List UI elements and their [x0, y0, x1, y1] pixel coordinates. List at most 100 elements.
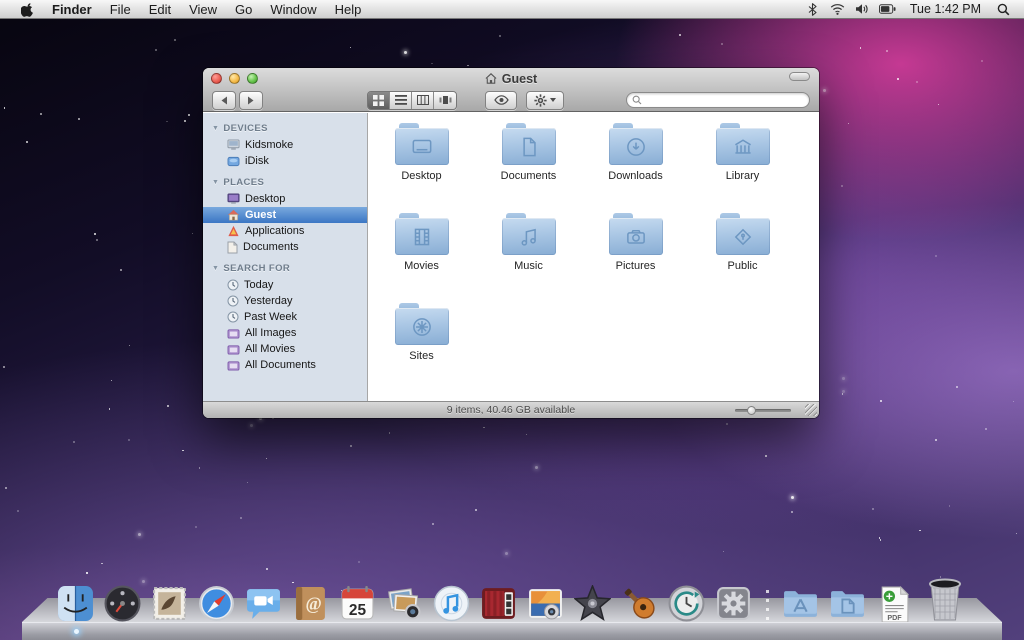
menu-view[interactable]: View	[180, 0, 226, 19]
dock-photo-booth-icon[interactable]	[480, 585, 517, 622]
dock-mail-icon[interactable]	[151, 585, 188, 622]
disclosure-triangle-icon: ▼	[212, 125, 219, 132]
resize-grip[interactable]	[805, 404, 817, 416]
dock-documents-folder-icon[interactable]	[829, 585, 866, 622]
toolbar-toggle-pill[interactable]	[789, 72, 810, 81]
sidebar-item-past-week[interactable]: Past Week	[203, 309, 367, 325]
view-column-button[interactable]	[412, 92, 434, 109]
home-icon	[485, 73, 497, 84]
folder-movies[interactable]: Movies	[372, 213, 472, 303]
dock-dashboard-icon[interactable]	[104, 585, 141, 622]
finder-sidebar: ▼DEVICES Kidsmoke iDisk ▼PLACES Desktop …	[203, 113, 368, 401]
battery-icon[interactable]	[879, 0, 896, 19]
volume-icon[interactable]	[854, 0, 871, 19]
back-button[interactable]	[212, 91, 236, 110]
folder-public[interactable]: Public	[693, 213, 793, 303]
dock-time-machine-icon[interactable]	[668, 585, 705, 622]
sidebar-item-all-movies[interactable]: All Movies	[203, 341, 367, 357]
menu-bar: Finder File Edit View Go Window Help Tue…	[0, 0, 1024, 19]
sidebar-item-all-documents[interactable]: All Documents	[203, 357, 367, 373]
dock-imovie-icon[interactable]	[574, 585, 611, 622]
forward-button[interactable]	[239, 91, 263, 110]
search-input[interactable]	[626, 92, 810, 108]
finder-window: Guest	[203, 68, 819, 418]
dock-ical-icon[interactable]: 25	[339, 585, 376, 622]
folder-documents[interactable]: Documents	[479, 123, 579, 213]
dock-preview-icon[interactable]	[386, 585, 423, 622]
app-menu-finder[interactable]: Finder	[43, 0, 101, 19]
sidebar-item-today[interactable]: Today	[203, 277, 367, 293]
dock-ichat-icon[interactable]	[245, 585, 282, 622]
dock-iphoto-icon[interactable]	[527, 585, 564, 622]
view-list-button[interactable]	[390, 92, 412, 109]
chevron-down-icon	[550, 98, 556, 102]
desktop-icon	[227, 193, 240, 205]
dock-itunes-icon[interactable]	[433, 585, 470, 622]
dock-divider	[762, 588, 772, 622]
view-icon-button[interactable]	[368, 92, 390, 109]
spotlight-icon[interactable]	[995, 0, 1012, 19]
dock-trash-icon[interactable]	[923, 576, 967, 622]
clock-icon	[227, 311, 239, 323]
dock-garageband-icon[interactable]	[621, 585, 658, 622]
smart-folder-icon	[227, 328, 240, 339]
status-bar: 9 items, 40.46 GB available	[203, 401, 819, 418]
idisk-icon	[227, 156, 240, 167]
menu-window[interactable]: Window	[261, 0, 325, 19]
sidebar-item-all-images[interactable]: All Images	[203, 325, 367, 341]
home-icon	[227, 209, 240, 221]
quick-look-button[interactable]	[485, 91, 517, 110]
clock-icon	[227, 279, 239, 291]
computer-icon	[227, 139, 240, 151]
apple-menu[interactable]	[12, 0, 43, 19]
bluetooth-icon[interactable]	[804, 0, 821, 19]
menu-edit[interactable]: Edit	[140, 0, 180, 19]
dock-address-book-icon[interactable]: @	[292, 585, 329, 622]
menu-go[interactable]: Go	[226, 0, 261, 19]
smart-folder-icon	[227, 360, 240, 371]
sidebar-item-documents[interactable]: Documents	[203, 239, 367, 255]
folder-library[interactable]: Library	[693, 123, 793, 213]
disclosure-triangle-icon: ▼	[212, 265, 219, 272]
dock-applications-folder-icon[interactable]	[782, 585, 819, 622]
pdf-label: PDF	[887, 613, 902, 622]
slider-knob[interactable]	[747, 406, 756, 415]
folder-music[interactable]: Music	[479, 213, 579, 303]
apple-icon	[21, 2, 34, 17]
sidebar-item-desktop[interactable]: Desktop	[203, 191, 367, 207]
folder-downloads[interactable]: Downloads	[586, 123, 686, 213]
sidebar-item-kidsmoke[interactable]: Kidsmoke	[203, 137, 367, 153]
menu-file[interactable]: File	[101, 0, 140, 19]
folder-contents: Desktop Documents Downloads Library Movi…	[368, 113, 819, 401]
sidebar-section-places[interactable]: ▼PLACES	[203, 174, 367, 191]
sidebar-section-search-for[interactable]: ▼SEARCH FOR	[203, 260, 367, 277]
wifi-icon[interactable]	[829, 0, 846, 19]
window-titlebar[interactable]: Guest	[203, 68, 819, 112]
folder-pictures[interactable]: Pictures	[586, 213, 686, 303]
dock: @ 25	[0, 562, 1024, 640]
sidebar-item-idisk[interactable]: iDisk	[203, 153, 367, 169]
gear-icon	[534, 94, 547, 107]
dock-system-preferences-icon[interactable]	[715, 585, 752, 622]
dock-shelf-front	[22, 622, 1002, 640]
sidebar-item-yesterday[interactable]: Yesterday	[203, 293, 367, 309]
svg-text:@: @	[305, 594, 321, 614]
dock-safari-icon[interactable]	[198, 585, 235, 622]
sidebar-item-guest[interactable]: Guest	[203, 207, 367, 223]
ical-day-number: 25	[349, 602, 367, 619]
sidebar-section-devices[interactable]: ▼DEVICES	[203, 120, 367, 137]
running-indicator	[74, 629, 79, 634]
folder-sites[interactable]: Sites	[372, 303, 472, 393]
dock-pdf-document-icon[interactable]: PDF	[876, 585, 913, 622]
view-switcher	[367, 91, 457, 110]
menu-help[interactable]: Help	[326, 0, 371, 19]
sidebar-item-applications[interactable]: Applications	[203, 223, 367, 239]
clock-icon	[227, 295, 239, 307]
smart-folder-icon	[227, 344, 240, 355]
icon-size-slider[interactable]	[735, 409, 791, 412]
dock-finder-icon[interactable]	[57, 585, 94, 622]
view-coverflow-button[interactable]	[434, 92, 456, 109]
menu-clock[interactable]: Tue 1:42 PM	[904, 2, 987, 16]
action-menu-button[interactable]	[526, 91, 564, 110]
folder-desktop[interactable]: Desktop	[372, 123, 472, 213]
